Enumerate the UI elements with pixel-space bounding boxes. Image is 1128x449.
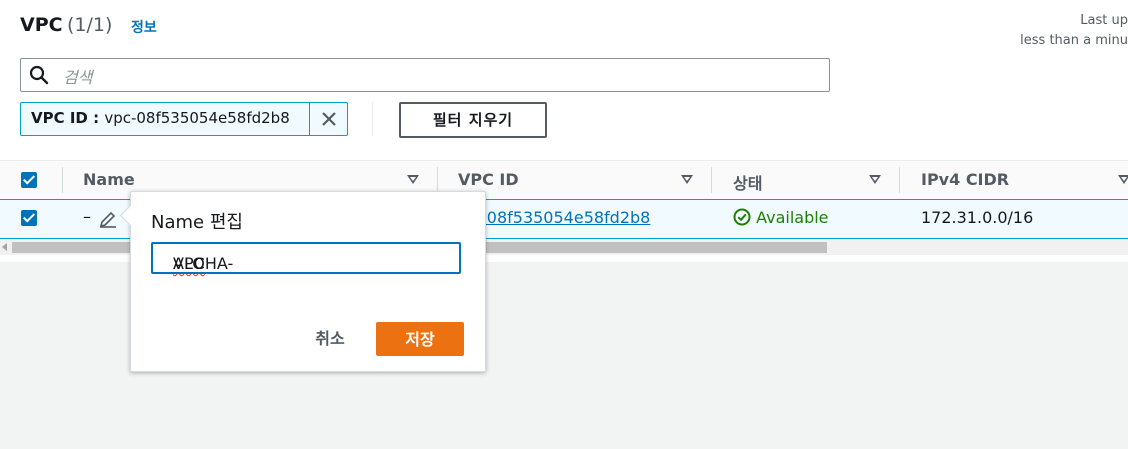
edit-pencil-icon[interactable] [98, 209, 118, 229]
column-header-vpc-id[interactable]: VPC ID [458, 170, 519, 189]
column-divider [62, 167, 63, 193]
row-checkbox[interactable] [21, 210, 37, 226]
vpc-id-link[interactable]: -08f535054e58fd2b8 [481, 208, 650, 227]
column-divider [437, 167, 438, 193]
sort-down-icon[interactable] [869, 175, 881, 184]
last-updated-text: Last up less than a minu [1018, 11, 1128, 51]
save-button[interactable]: 저장 [376, 322, 464, 356]
column-header-name[interactable]: Name [83, 170, 135, 189]
filter-token-label: VPC ID : vpc-08f535054e58fd2b8 [31, 109, 290, 127]
search-icon [29, 65, 49, 85]
sort-down-icon[interactable] [1118, 175, 1128, 184]
toolbar-divider [372, 102, 373, 136]
filter-token: VPC ID : vpc-08f535054e58fd2b8 [20, 102, 348, 136]
filter-token-separator: : [87, 109, 105, 127]
popover-title: Name 편집 [151, 212, 243, 233]
column-header-status[interactable]: 상태 [733, 170, 762, 194]
name-input-value-part2: VPC [173, 254, 205, 273]
sort-down-icon[interactable] [407, 175, 419, 184]
column-divider [711, 167, 712, 193]
status-label: Available [756, 208, 829, 227]
column-header-ipv4-cidr[interactable]: IPv4 CIDR [921, 170, 1009, 189]
edit-name-popover: Name 편집 ALOHA- VPC 취소 저장 [119, 191, 486, 372]
column-divider [899, 167, 900, 193]
ipv4-cidr-value: 172.31.0.0/16 [921, 208, 1034, 227]
status-indicator: Available [733, 208, 829, 227]
cancel-button[interactable]: 취소 [296, 323, 364, 355]
filter-token-key: VPC ID [31, 109, 88, 127]
last-updated-line-2: less than a minu [1020, 33, 1128, 48]
selection-count: (1/1) [67, 14, 113, 36]
filter-token-dismiss-button[interactable] [309, 103, 348, 135]
close-icon [322, 112, 336, 126]
last-updated-line-1: Last up [1080, 13, 1128, 28]
row-name-value: – [83, 207, 91, 226]
clear-filters-button[interactable]: 필터 지우기 [399, 102, 547, 138]
sort-down-icon[interactable] [681, 175, 693, 184]
page-title: VPC [20, 14, 63, 36]
name-input[interactable]: ALOHA- VPC [151, 242, 461, 274]
info-link[interactable]: 정보 [131, 17, 157, 37]
select-all-checkbox[interactable] [21, 172, 37, 188]
search-input[interactable]: 검색 [20, 58, 830, 92]
check-circle-icon [733, 208, 751, 226]
filter-token-value: vpc-08f535054e58fd2b8 [104, 109, 290, 127]
search-placeholder: 검색 [63, 68, 93, 87]
scroll-left-icon[interactable] [2, 243, 7, 251]
